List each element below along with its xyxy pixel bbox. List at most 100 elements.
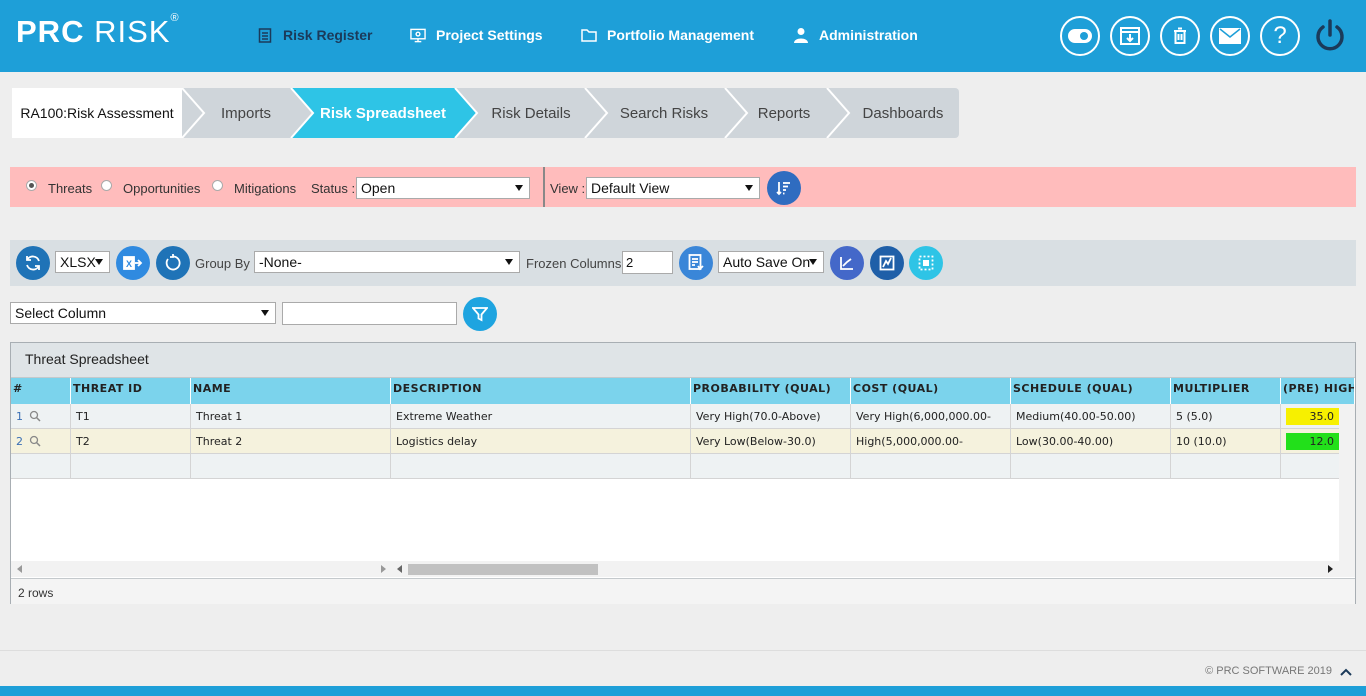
col-header-number[interactable]: # bbox=[11, 378, 71, 404]
col-header-threat-id[interactable]: THREAT ID bbox=[71, 378, 191, 404]
scroll-thumb[interactable] bbox=[408, 564, 598, 575]
toggle-icon[interactable] bbox=[1060, 16, 1100, 56]
project-name[interactable]: RA100:Risk Assessment bbox=[12, 88, 182, 138]
svg-text:X: X bbox=[126, 259, 132, 269]
column-filter-input[interactable] bbox=[282, 302, 457, 325]
scroll-left-frozen-icon[interactable] bbox=[16, 565, 24, 573]
magnifier-icon[interactable] bbox=[29, 435, 41, 447]
probability-cell[interactable]: Very High(70.0-Above) bbox=[691, 404, 851, 429]
monitor-settings-icon bbox=[410, 27, 426, 43]
row-number: 2 bbox=[16, 435, 23, 448]
select-column-dropdown[interactable]: Select Column bbox=[10, 302, 276, 324]
nav-project-settings[interactable]: Project Settings bbox=[410, 24, 543, 46]
select-column-value: Select Column bbox=[15, 305, 107, 321]
empty-cell[interactable] bbox=[1011, 454, 1171, 479]
trash-icon[interactable] bbox=[1160, 16, 1200, 56]
empty-new-row[interactable] bbox=[11, 454, 1339, 479]
help-icon[interactable]: ? bbox=[1260, 16, 1300, 56]
export-excel-button[interactable]: X bbox=[116, 246, 150, 280]
nav-portfolio-management[interactable]: Portfolio Management bbox=[581, 24, 754, 46]
scroll-to-top-icon[interactable] bbox=[1339, 667, 1353, 677]
sort-view-button[interactable] bbox=[767, 171, 801, 205]
probability-cell[interactable]: Very Low(Below-30.0) bbox=[691, 429, 851, 454]
logo-text: RISK bbox=[94, 14, 171, 49]
empty-cell[interactable] bbox=[1171, 454, 1281, 479]
nav-risk-register[interactable]: Risk Register bbox=[257, 24, 372, 46]
fit-screen-button[interactable] bbox=[909, 246, 943, 280]
download-window-icon[interactable] bbox=[1110, 16, 1150, 56]
col-header-name[interactable]: NAME bbox=[191, 378, 391, 404]
col-header-schedule[interactable]: SCHEDULE (QUAL) bbox=[1011, 378, 1171, 404]
description-cell[interactable]: Logistics delay bbox=[391, 429, 691, 454]
scroll-left-icon[interactable] bbox=[396, 565, 404, 573]
copyright-text: © PRC SOFTWARE 2019 bbox=[1205, 665, 1332, 677]
schedule-cell[interactable]: Low(30.00-40.00) bbox=[1011, 429, 1171, 454]
step-search-risks[interactable]: Search Risks bbox=[602, 88, 726, 138]
user-icon bbox=[793, 27, 809, 43]
prc-risk-logo[interactable]: PRC RISK® bbox=[16, 12, 180, 50]
score-badge: 35.0 bbox=[1286, 408, 1339, 425]
export-format-select[interactable]: XLSX bbox=[55, 251, 110, 273]
multiplier-cell[interactable]: 10 (10.0) bbox=[1171, 429, 1281, 454]
magnifier-icon[interactable] bbox=[29, 410, 41, 422]
reset-button[interactable] bbox=[156, 246, 190, 280]
empty-cell[interactable] bbox=[391, 454, 691, 479]
empty-cell[interactable] bbox=[71, 454, 191, 479]
refresh-button[interactable] bbox=[16, 246, 50, 280]
step-reports[interactable]: Reports bbox=[742, 88, 826, 138]
status-select[interactable]: Open bbox=[356, 177, 530, 199]
step-risk-spreadsheet[interactable]: Risk Spreadsheet bbox=[308, 88, 458, 138]
step-risk-details[interactable]: Risk Details bbox=[472, 88, 590, 138]
nav-administration[interactable]: Administration bbox=[793, 24, 918, 46]
help-glyph: ? bbox=[1273, 22, 1287, 49]
chart-edit-button[interactable] bbox=[870, 246, 904, 280]
mail-icon[interactable] bbox=[1210, 16, 1250, 56]
step-imports[interactable]: Imports bbox=[198, 88, 294, 138]
scroll-right-icon[interactable] bbox=[1326, 565, 1334, 573]
horizontal-scrollbar[interactable] bbox=[11, 561, 1339, 577]
threats-label: Threats bbox=[48, 181, 93, 196]
scroll-right-frozen-icon[interactable] bbox=[379, 565, 387, 573]
pre-high-cell[interactable]: 12.0 bbox=[1281, 429, 1339, 454]
threat-spreadsheet-panel: Threat Spreadsheet # THREAT ID NAME DESC… bbox=[10, 342, 1356, 604]
threat-id-cell[interactable]: T2 bbox=[71, 429, 191, 454]
empty-cell[interactable] bbox=[691, 454, 851, 479]
description-cell[interactable]: Extreme Weather bbox=[391, 404, 691, 429]
empty-cell[interactable] bbox=[851, 454, 1011, 479]
schedule-cell[interactable]: Medium(40.00-50.00) bbox=[1011, 404, 1171, 429]
name-cell[interactable]: Threat 1 bbox=[191, 404, 391, 429]
threat-id-cell[interactable]: T1 bbox=[71, 404, 191, 429]
step-dashboards[interactable]: Dashboards bbox=[844, 88, 962, 138]
opportunities-radio[interactable] bbox=[101, 180, 112, 191]
mitigations-radio[interactable] bbox=[212, 180, 223, 191]
view-label: View : bbox=[550, 181, 586, 196]
empty-cell[interactable] bbox=[1281, 454, 1339, 479]
multiplier-cell[interactable]: 5 (5.0) bbox=[1171, 404, 1281, 429]
pre-high-cell[interactable]: 35.0 bbox=[1281, 404, 1339, 429]
cost-cell[interactable]: Very High(6,000,000.00- bbox=[851, 404, 1011, 429]
apply-filter-button[interactable] bbox=[463, 297, 497, 331]
chart-button[interactable] bbox=[830, 246, 864, 280]
folder-icon bbox=[581, 27, 597, 43]
cost-cell[interactable]: High(5,000,000.00- bbox=[851, 429, 1011, 454]
nav-label: Portfolio Management bbox=[607, 27, 755, 43]
threats-radio[interactable] bbox=[26, 180, 37, 191]
auto-save-select[interactable]: Auto Save On bbox=[718, 251, 824, 273]
col-header-multiplier[interactable]: MULTIPLIER bbox=[1171, 378, 1281, 404]
column-settings-button[interactable] bbox=[679, 246, 713, 280]
view-select[interactable]: Default View bbox=[586, 177, 760, 199]
table-row[interactable]: 1 T1 Threat 1 Extreme Weather Very High(… bbox=[11, 404, 1339, 429]
col-header-probability[interactable]: PROBABILITY (QUAL) bbox=[691, 378, 851, 404]
nav-label: Administration bbox=[819, 27, 918, 43]
name-cell[interactable]: Threat 2 bbox=[191, 429, 391, 454]
vertical-scrollbar[interactable] bbox=[1339, 404, 1355, 577]
table-row[interactable]: 2 T2 Threat 2 Logistics delay Very Low(B… bbox=[11, 429, 1339, 454]
col-header-description[interactable]: DESCRIPTION bbox=[391, 378, 691, 404]
frozen-columns-input[interactable]: 2 bbox=[622, 251, 673, 274]
col-header-cost[interactable]: COST (QUAL) bbox=[851, 378, 1011, 404]
empty-cell[interactable] bbox=[191, 454, 391, 479]
group-by-select[interactable]: -None- bbox=[254, 251, 520, 273]
power-icon[interactable] bbox=[1310, 16, 1350, 56]
col-header-pre-high[interactable]: (PRE) HIGH... bbox=[1281, 378, 1355, 404]
view-value: Default View bbox=[591, 180, 670, 196]
